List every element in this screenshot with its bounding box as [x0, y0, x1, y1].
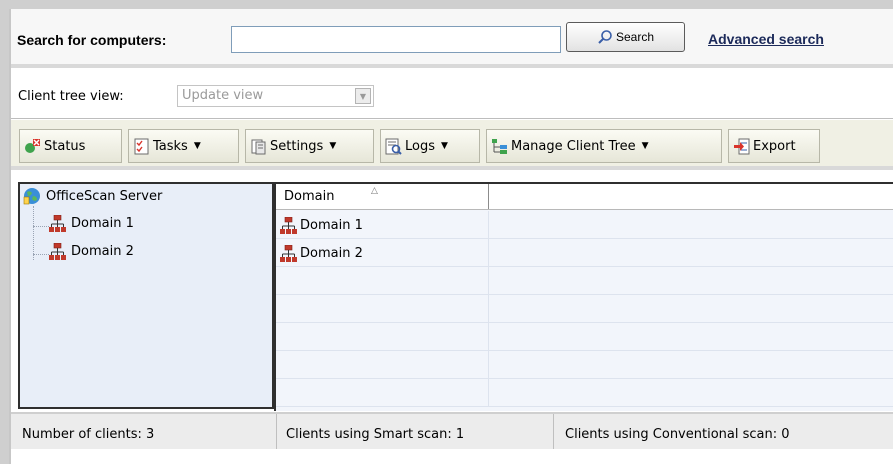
- status-icon: [25, 138, 40, 153]
- table-cell-label: Domain 2: [300, 245, 363, 261]
- export-icon: [734, 138, 750, 154]
- server-globe-icon: [23, 188, 40, 205]
- tree-item-domain-2[interactable]: Domain 2: [49, 243, 134, 260]
- table-cell-label: Domain 1: [300, 217, 363, 233]
- magnifier-icon: [598, 30, 612, 44]
- search-input[interactable]: [231, 26, 561, 53]
- settings-button[interactable]: Settings ▼: [245, 129, 374, 163]
- table-cell-empty: [276, 295, 489, 323]
- client-tree-view-row: Client tree view: Update view ▼: [11, 72, 893, 119]
- tree-connector: [33, 206, 34, 260]
- manage-client-tree-button[interactable]: Manage Client Tree ▼: [486, 129, 722, 163]
- table-cell-empty: [276, 267, 489, 295]
- table-row[interactable]: Domain 1: [276, 211, 893, 239]
- domain-network-icon: [49, 215, 66, 232]
- search-button[interactable]: Search: [566, 22, 685, 52]
- advanced-search-link[interactable]: Advanced search: [708, 31, 824, 47]
- logs-button[interactable]: Logs ▼: [380, 129, 480, 163]
- sort-ascending-icon: △: [371, 186, 378, 196]
- tasks-button-label: Tasks: [153, 138, 188, 154]
- search-button-label: Search: [615, 30, 655, 44]
- client-tree-view-select[interactable]: Update view ▼: [177, 85, 374, 107]
- search-label: Search for computers:: [17, 32, 167, 48]
- main-area: OfficeScan Server Domain 1 Domain 2 Doma…: [11, 174, 893, 411]
- tree-item-officescan-server[interactable]: OfficeScan Server: [23, 187, 162, 205]
- column-header-domain[interactable]: Domain △: [276, 184, 489, 209]
- tree-item-label: Domain 1: [71, 216, 134, 231]
- window-frame: Search for computers: Search Advanced se…: [0, 0, 893, 464]
- tasks-icon: [134, 138, 149, 154]
- client-management-panel: Search for computers: Search Advanced se…: [9, 9, 893, 464]
- tree-icon: [492, 138, 507, 154]
- client-tree-pane: OfficeScan Server Domain 1 Domain 2: [18, 182, 274, 409]
- column-header-label: Domain: [284, 189, 335, 204]
- table-cell-empty: [276, 379, 489, 407]
- domain-network-icon: [280, 244, 297, 262]
- tasks-button[interactable]: Tasks ▼: [128, 129, 239, 163]
- logs-button-label: Logs: [405, 138, 435, 154]
- manage-client-tree-label: Manage Client Tree: [511, 138, 636, 154]
- table-row-empty: [276, 295, 893, 323]
- table-row-empty: [276, 351, 893, 379]
- domain-network-icon: [280, 216, 297, 234]
- tree-item-label: OfficeScan Server: [46, 188, 163, 204]
- table-row-empty: [276, 323, 893, 351]
- manage-client-tree-dropdown-icon: ▼: [641, 141, 649, 151]
- table-row-empty: [276, 267, 893, 295]
- client-tree-view-value: Update view: [182, 88, 264, 103]
- tree-item-label: Domain 2: [71, 244, 134, 259]
- bottom-margin: [11, 449, 893, 464]
- tasks-dropdown-icon: ▼: [193, 141, 201, 151]
- export-button[interactable]: Export: [728, 129, 820, 163]
- status-bar: Number of clients: 3 Clients using Smart…: [11, 412, 893, 451]
- export-button-label: Export: [753, 138, 796, 154]
- status-button[interactable]: Status: [19, 129, 122, 163]
- status-conventional-scan: Clients using Conventional scan: 0: [565, 427, 790, 442]
- status-button-label: Status: [44, 138, 86, 154]
- search-bar: Search for computers: Search Advanced se…: [11, 9, 893, 68]
- table-cell-domain[interactable]: Domain 1: [276, 211, 489, 239]
- tree-connector: [33, 226, 49, 227]
- table-row-empty: [276, 379, 893, 407]
- domain-grid: Domain △ Domain 1 Domain 2: [274, 182, 893, 411]
- grid-header: Domain △: [276, 184, 893, 210]
- toolbar: Status Tasks ▼ Settings ▼ Logs ▼ Manage …: [11, 120, 893, 170]
- settings-icon: [251, 139, 266, 154]
- table-cell-empty: [276, 351, 489, 379]
- logs-icon: [385, 138, 402, 155]
- chevron-down-icon: ▼: [355, 88, 371, 104]
- client-tree-view-label: Client tree view:: [18, 89, 124, 104]
- table-cell-empty: [276, 323, 489, 351]
- status-smart-scan: Clients using Smart scan: 1: [277, 414, 554, 451]
- table-row[interactable]: Domain 2: [276, 239, 893, 267]
- table-cell-domain[interactable]: Domain 2: [276, 239, 489, 267]
- status-number-of-clients: Number of clients: 3: [11, 414, 277, 451]
- tree-item-domain-1[interactable]: Domain 1: [49, 215, 134, 232]
- domain-network-icon: [49, 243, 66, 260]
- tree-connector: [33, 254, 49, 255]
- settings-button-label: Settings: [270, 138, 324, 154]
- logs-dropdown-icon: ▼: [441, 141, 448, 151]
- settings-dropdown-icon: ▼: [329, 141, 337, 151]
